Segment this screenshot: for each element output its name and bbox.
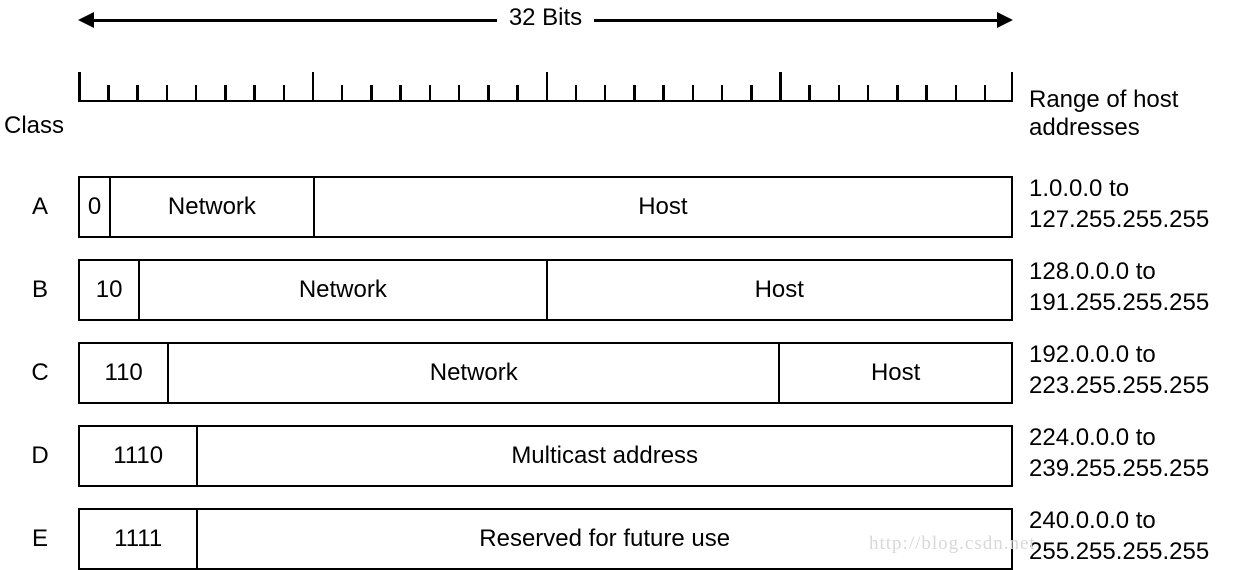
ruler-tick-minor bbox=[808, 85, 811, 102]
ruler-tick-minor bbox=[224, 85, 227, 102]
ruler-tick-minor bbox=[457, 85, 461, 102]
field-10: 10 bbox=[95, 276, 123, 303]
field-host: Host bbox=[778, 344, 1011, 402]
host-address-range: 128.0.0.0 to 191.255.255.255 bbox=[1029, 256, 1233, 318]
ruler-tick-minor bbox=[954, 85, 958, 102]
ruler-tick-minor bbox=[107, 85, 110, 102]
ruler-tick-minor bbox=[750, 85, 753, 102]
field-host: Host bbox=[312, 178, 1011, 236]
ip-address-classes-diagram: 32 Bits Class Range of host addresses A 0… bbox=[0, 0, 1233, 570]
address-format-bar: 1110 Multicast address bbox=[78, 425, 1013, 487]
range-line-2: 191.255.255.255 bbox=[1029, 289, 1210, 316]
ruler-tick-minor bbox=[136, 85, 139, 102]
field-1111: 1111 bbox=[114, 525, 163, 552]
host-address-range: 224.0.0.0 to 239.255.255.255 bbox=[1029, 422, 1233, 484]
range-line-2: 239.255.255.255 bbox=[1029, 455, 1210, 482]
range-line-1: 240.0.0.0 to bbox=[1029, 507, 1156, 534]
bit-width-label: 32 Bits bbox=[78, 4, 1013, 35]
ruler-tick-minor bbox=[837, 85, 841, 102]
class-row: D 1110 Multicast address 224.0.0.0 to 239.25… bbox=[0, 422, 1233, 487]
field-110: 110 bbox=[104, 359, 143, 386]
ruler-tick-minor bbox=[165, 85, 169, 102]
class-column-heading: Class bbox=[4, 112, 65, 139]
ruler-tick-minor bbox=[574, 85, 578, 102]
ruler-tick-minor bbox=[194, 85, 198, 102]
ruler-tick-minor bbox=[925, 85, 928, 102]
class-row: B 10 Network Host 128.0.0.0 to 191.255.255.25… bbox=[0, 256, 1233, 321]
field-0: 0 bbox=[87, 193, 102, 220]
ruler-tick-minor bbox=[983, 85, 987, 102]
class-letter-e: E bbox=[31, 525, 48, 552]
ruler-tick-major bbox=[311, 72, 315, 102]
address-format-bar: 0 Network Host bbox=[78, 176, 1013, 238]
ruler-tick-minor bbox=[399, 85, 402, 102]
ruler-tick-minor bbox=[282, 85, 286, 102]
address-format-bar: 10 Network Host bbox=[78, 259, 1013, 321]
range-line-1: 192.0.0.0 to bbox=[1029, 341, 1156, 368]
ruler-tick-minor bbox=[866, 85, 870, 102]
host-address-range: 240.0.0.0 to 255.255.255.255 bbox=[1029, 505, 1233, 567]
range-line-2: 223.255.255.255 bbox=[1029, 372, 1210, 399]
field-multicast-address: Multicast address bbox=[196, 427, 1011, 485]
ruler-tick-minor bbox=[487, 85, 490, 102]
range-line-2: 127.255.255.255 bbox=[1029, 206, 1210, 233]
ruler-tick-minor bbox=[428, 85, 432, 102]
range-line-1: 1.0.0.0 to bbox=[1029, 175, 1130, 202]
ruler-tick-minor bbox=[691, 85, 695, 102]
ruler-tick-major bbox=[78, 72, 81, 102]
field-1110: 1110 bbox=[113, 442, 164, 469]
host-address-range: 1.0.0.0 to 127.255.255.255 bbox=[1029, 173, 1233, 235]
range-heading-line-1: Range of host bbox=[1029, 86, 1179, 113]
ruler-tick-minor bbox=[516, 85, 519, 102]
ruler-tick-minor bbox=[253, 85, 256, 102]
range-line-1: 128.0.0.0 to bbox=[1029, 258, 1156, 285]
range-heading-line-2: addresses bbox=[1029, 114, 1140, 141]
field-network: Network bbox=[167, 344, 778, 402]
bit-width-label-text: 32 Bits bbox=[496, 4, 595, 31]
ruler-tick-minor bbox=[370, 85, 373, 102]
field-host: Host bbox=[545, 261, 1012, 319]
bit-width-arrow: 32 Bits bbox=[78, 4, 1013, 35]
class-letter-a: A bbox=[31, 193, 48, 220]
ruler-tick-minor bbox=[633, 85, 636, 102]
field-reserved-for-future-use: Reserved for future use bbox=[196, 510, 1011, 568]
ruler-tick-minor bbox=[896, 85, 899, 102]
range-line-1: 224.0.0.0 to bbox=[1029, 424, 1156, 451]
bit-ruler bbox=[78, 70, 1013, 102]
class-row: C 110 Network Host 192.0.0.0 to 223.255.255.2… bbox=[0, 339, 1233, 404]
ruler-tick-major bbox=[1010, 72, 1013, 102]
class-letter-c: C bbox=[31, 359, 49, 386]
address-format-bar: 1111 Reserved for future use bbox=[78, 508, 1013, 570]
field-network: Network bbox=[109, 178, 313, 236]
host-address-range: 192.0.0.0 to 223.255.255.255 bbox=[1029, 339, 1233, 401]
ruler-tick-major bbox=[545, 72, 548, 102]
range-column-heading: Range of host addresses bbox=[1029, 86, 1233, 142]
ruler-tick-minor bbox=[340, 85, 344, 102]
ruler-tick-major bbox=[779, 72, 782, 102]
address-format-bar: 110 Network Host bbox=[78, 342, 1013, 404]
field-network: Network bbox=[138, 261, 545, 319]
class-letter-b: B bbox=[31, 276, 48, 303]
class-row: E 1111 Reserved for future use 240.0.0.0 to… bbox=[0, 505, 1233, 570]
class-row: A 0 Network Host 1.0.0.0 to 127.255.255.255 bbox=[0, 173, 1233, 238]
ruler-tick-minor bbox=[720, 85, 724, 102]
class-letter-d: D bbox=[31, 442, 49, 469]
ruler-tick-minor bbox=[662, 85, 665, 102]
ruler-tick-minor bbox=[603, 85, 607, 102]
range-line-2: 255.255.255.255 bbox=[1029, 538, 1210, 565]
